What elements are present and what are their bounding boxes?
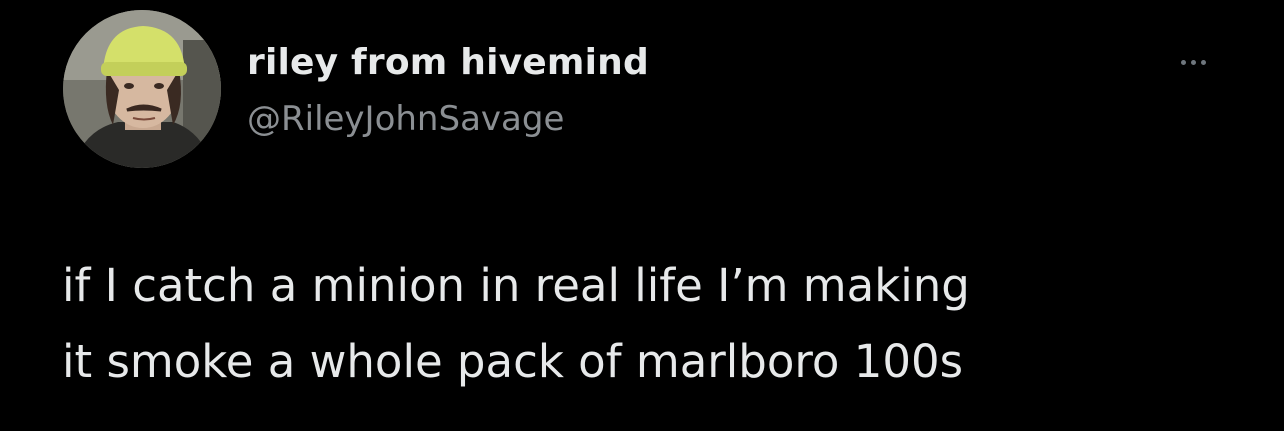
tweet-text-line: if I catch a minion in real life I’m mak…: [62, 259, 970, 312]
more-options-button[interactable]: [1168, 50, 1218, 74]
author-display-name[interactable]: riley from hivemind: [247, 40, 649, 86]
tweet-card: riley from hivemind @RileyJohnSavage if …: [0, 0, 1284, 431]
author-handle[interactable]: @RileyJohnSavage: [247, 98, 564, 140]
avatar[interactable]: [63, 10, 221, 168]
ellipsis-icon: [1190, 59, 1196, 65]
ellipsis-icon: [1180, 59, 1186, 65]
tweet-text-line: it smoke a whole pack of marlboro 100s: [62, 335, 964, 388]
ellipsis-icon: [1200, 59, 1206, 65]
tweet-text: if I catch a minion in real life I’m mak…: [62, 248, 1262, 400]
avatar-image: [63, 10, 221, 168]
